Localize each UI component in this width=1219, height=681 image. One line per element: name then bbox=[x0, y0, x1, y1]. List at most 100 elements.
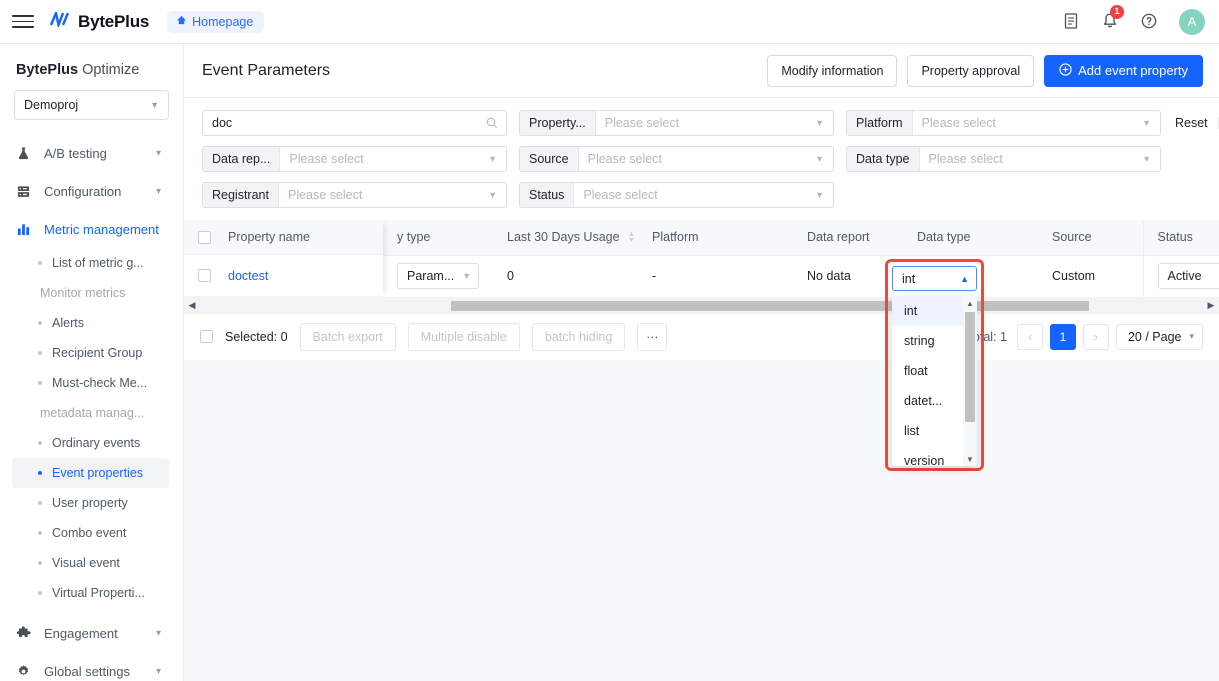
cell-status: Active ▼ bbox=[1142, 255, 1219, 298]
homepage-label: Homepage bbox=[192, 14, 254, 29]
sidebar-item-ab-testing[interactable]: A/B testing ▾ bbox=[0, 134, 183, 172]
data-type-dropdown-menu[interactable]: int string float datet... list version ▲… bbox=[892, 296, 977, 466]
filter-data-report[interactable]: Data rep... Please select ▼ bbox=[202, 146, 507, 172]
page-header: Event Parameters Modify information Prop… bbox=[184, 44, 1219, 98]
filter-source[interactable]: Source Please select ▼ bbox=[519, 146, 834, 172]
sidebar-item-alerts[interactable]: Alerts bbox=[12, 308, 169, 338]
scroll-left-arrow[interactable]: ◀ bbox=[184, 300, 200, 311]
filter-label: Registrant bbox=[203, 183, 279, 207]
horizontal-scrollbar[interactable]: ◀ ▶ bbox=[184, 297, 1219, 314]
row-checkbox[interactable] bbox=[198, 269, 211, 282]
scroll-up-arrow[interactable]: ▲ bbox=[963, 296, 977, 310]
bullet-icon bbox=[38, 351, 42, 355]
sidebar-item-visual-event[interactable]: Visual event bbox=[12, 548, 169, 578]
more-actions-button[interactable]: ··· bbox=[637, 322, 668, 351]
bullet-icon bbox=[38, 591, 42, 595]
sidebar-item-label: Must-check Me... bbox=[52, 376, 148, 390]
batch-export-button[interactable]: Batch export bbox=[299, 322, 396, 351]
page-title: Event Parameters bbox=[202, 61, 331, 79]
sidebar-item-label: Metric management bbox=[44, 221, 159, 237]
search-input[interactable]: doc bbox=[202, 110, 507, 136]
filter-label: Data rep... bbox=[203, 147, 281, 171]
dropdown-scrollbar-thumb[interactable] bbox=[965, 312, 975, 422]
project-selector-value: Demoproj bbox=[24, 98, 79, 112]
chevron-down-icon: ▼ bbox=[462, 271, 472, 281]
prev-page-button[interactable]: ‹ bbox=[1016, 323, 1043, 350]
next-page-button[interactable]: › bbox=[1082, 323, 1109, 350]
filter-label: Platform bbox=[847, 111, 913, 135]
project-selector[interactable]: Demoproj ▼ bbox=[14, 90, 169, 120]
sidebar-item-label: Recipient Group bbox=[52, 346, 143, 360]
sidebar-item-ordinary-events[interactable]: Ordinary events bbox=[12, 428, 169, 458]
bullet-icon bbox=[38, 441, 42, 445]
multiple-disable-button[interactable]: Multiple disable bbox=[407, 322, 520, 351]
property-name-link[interactable]: doctest bbox=[228, 269, 268, 283]
sidebar-group-label-monitor-metrics: Monitor metrics bbox=[40, 286, 126, 300]
sidebar-item-recipient-group[interactable]: Recipient Group bbox=[12, 338, 169, 368]
filter-status[interactable]: Status Please select ▼ bbox=[519, 182, 834, 208]
property-type-select[interactable]: Param... ▼ bbox=[397, 263, 480, 289]
add-event-property-button[interactable]: Add event property bbox=[1044, 54, 1203, 87]
sidebar-product-title: BytePlus Optimize bbox=[16, 62, 183, 78]
brand-name: BytePlus bbox=[78, 11, 150, 31]
filter-property-type[interactable]: Property... Please select ▼ bbox=[519, 110, 834, 136]
fixed-header: Property name bbox=[184, 220, 383, 255]
reset-button[interactable]: Reset bbox=[1175, 116, 1208, 130]
filter-panel: doc Property... Please select ▼ Platform… bbox=[184, 98, 1219, 360]
help-circle-icon[interactable] bbox=[1140, 12, 1159, 31]
notification-badge: 1 bbox=[1110, 5, 1124, 19]
homepage-button[interactable]: Homepage bbox=[167, 10, 265, 33]
page-number-1[interactable]: 1 bbox=[1049, 323, 1076, 350]
sidebar-item-configuration[interactable]: Configuration ▾ bbox=[0, 172, 183, 210]
sidebar-item-label: User property bbox=[52, 496, 128, 510]
column-data-type: Data type bbox=[903, 220, 1038, 256]
sidebar-item-virtual-properties[interactable]: Virtual Properti... bbox=[12, 578, 169, 608]
scroll-down-arrow[interactable]: ▼ bbox=[963, 452, 977, 466]
modify-information-button[interactable]: Modify information bbox=[767, 54, 898, 87]
cell-usage: 0 bbox=[493, 255, 638, 298]
hamburger-icon[interactable] bbox=[12, 11, 34, 33]
sort-icon[interactable]: ▲ ▼ bbox=[628, 231, 635, 244]
chevron-down-icon: ▼ bbox=[488, 154, 497, 164]
footer-select-all-checkbox[interactable] bbox=[200, 330, 213, 343]
status-value: Active bbox=[1167, 269, 1202, 283]
property-approval-button[interactable]: Property approval bbox=[907, 54, 1035, 87]
filter-placeholder: Please select bbox=[289, 152, 364, 166]
page-size-value: 20 / Page bbox=[1127, 329, 1182, 344]
avatar[interactable]: A bbox=[1179, 8, 1205, 35]
batch-hiding-button[interactable]: batch hiding bbox=[531, 322, 626, 351]
data-type-select-trigger[interactable]: int ▲ bbox=[892, 266, 977, 291]
sidebar-item-engagement[interactable]: Engagement ▾ bbox=[0, 614, 183, 652]
filter-platform[interactable]: Platform Please select ▼ bbox=[846, 110, 1161, 136]
column-property-name: Property name bbox=[228, 230, 310, 244]
sidebar-item-event-properties[interactable]: Event properties bbox=[12, 458, 169, 488]
property-type-value: Param... bbox=[407, 269, 455, 283]
scroll-right-arrow[interactable]: ▶ bbox=[1203, 300, 1219, 311]
table-scroll-viewport: Property name y type Last 30 Days Usage … bbox=[184, 220, 1219, 298]
brand-logo[interactable]: BytePlus bbox=[49, 8, 150, 32]
status-select[interactable]: Active ▼ bbox=[1157, 263, 1219, 289]
sidebar-item-user-property[interactable]: User property bbox=[12, 488, 169, 518]
flask-icon bbox=[16, 146, 34, 161]
sidebar-item-global-settings[interactable]: Global settings ▾ bbox=[0, 652, 183, 681]
bell-icon[interactable]: 1 bbox=[1101, 5, 1124, 31]
page-size-select[interactable]: 20 / Page ▾ bbox=[1115, 323, 1203, 350]
fixed-row: doctest bbox=[184, 255, 383, 297]
scrollbar-thumb[interactable] bbox=[451, 300, 1089, 311]
sidebar-item-metric-management[interactable]: Metric management bbox=[0, 210, 183, 248]
chevron-down-icon: ▼ bbox=[815, 190, 824, 200]
sidebar-item-must-check-metrics[interactable]: Must-check Me... bbox=[12, 368, 169, 398]
topbar-actions: 1 A bbox=[1062, 5, 1205, 35]
bullet-icon bbox=[38, 471, 42, 475]
document-icon[interactable] bbox=[1062, 12, 1081, 31]
sidebar-item-list-of-metric-groups[interactable]: List of metric g... bbox=[12, 248, 169, 278]
sidebar-item-combo-event[interactable]: Combo event bbox=[12, 518, 169, 548]
select-all-checkbox[interactable] bbox=[198, 230, 211, 244]
filter-data-type[interactable]: Data type Please select ▼ bbox=[846, 146, 1161, 172]
column-status: Status bbox=[1142, 220, 1219, 256]
column-last-30-days-usage[interactable]: Last 30 Days Usage ▲ ▼ bbox=[493, 220, 638, 256]
dropdown-scrollbar[interactable]: ▲ ▼ bbox=[963, 296, 977, 466]
filter-registrant[interactable]: Registrant Please select ▼ bbox=[202, 182, 507, 208]
